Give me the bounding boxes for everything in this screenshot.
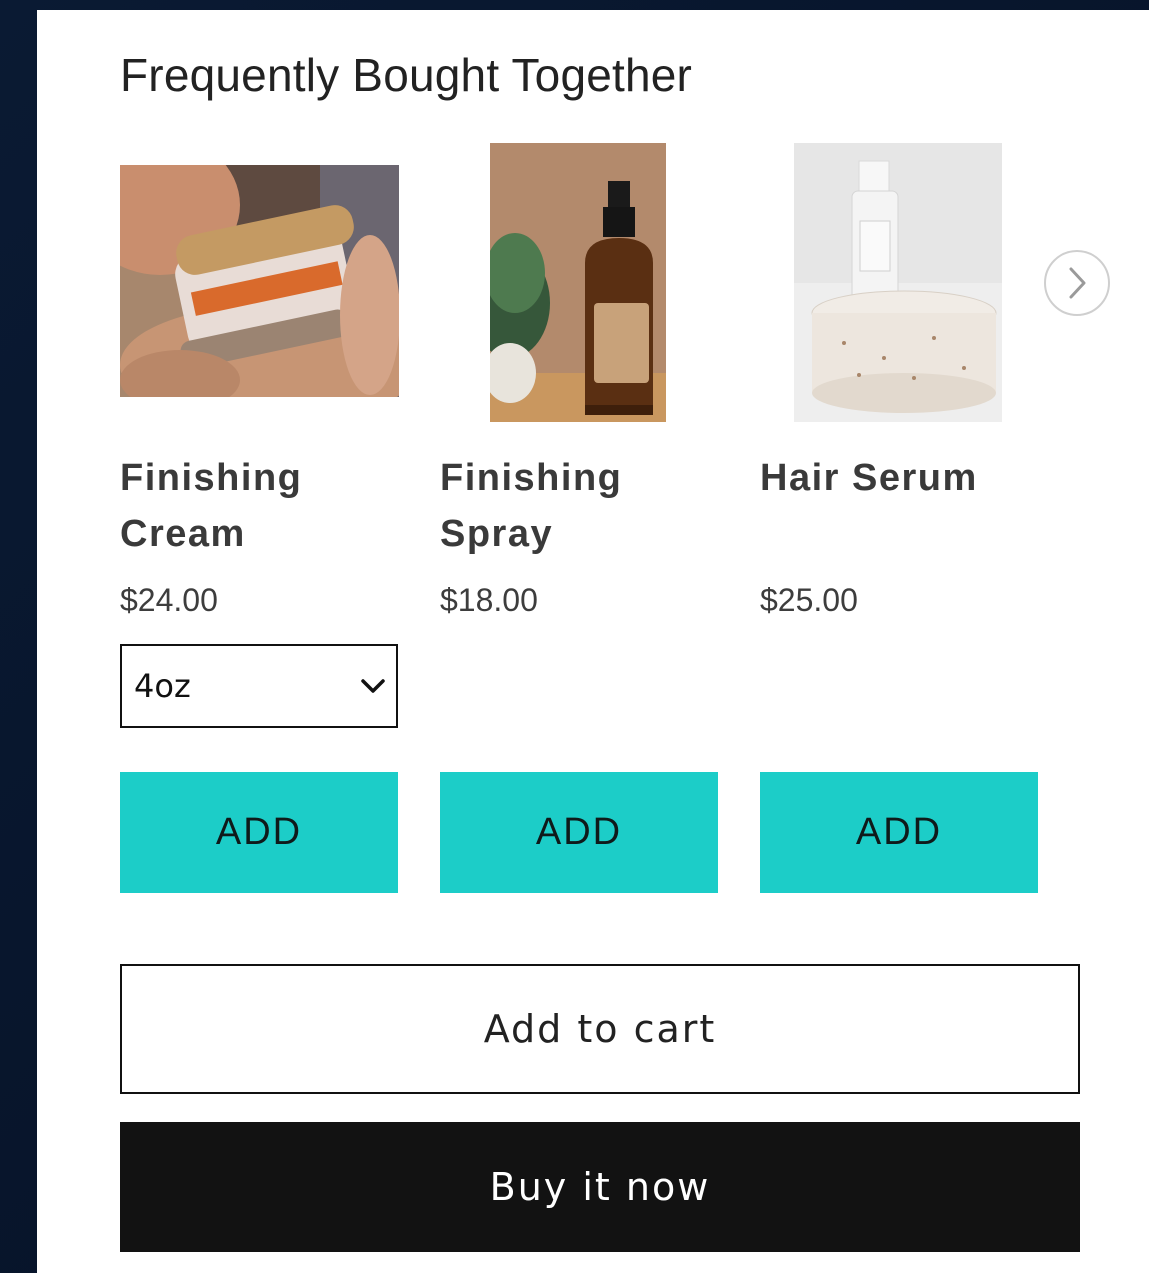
product-image-hair-serum[interactable] xyxy=(794,143,1002,422)
chevron-down-icon xyxy=(361,679,385,693)
product-name-hair-serum[interactable]: Hair Serum xyxy=(760,450,1030,506)
product-image-finishing-cream[interactable] xyxy=(120,165,399,397)
product-name-line: Cream xyxy=(120,513,246,555)
product-price: $25.00 xyxy=(760,582,858,618)
product-name-finishing-spray[interactable]: Finishing Spray xyxy=(440,450,710,562)
section-title: Frequently Bought Together xyxy=(120,49,693,101)
product-name-line: Finishing xyxy=(120,457,303,499)
carousel-next-button[interactable] xyxy=(1044,250,1110,316)
product-price: $18.00 xyxy=(440,582,538,618)
add-hair-serum-button[interactable]: ADD xyxy=(760,772,1038,893)
product-name-line: Hair Serum xyxy=(760,457,978,499)
product-name-finishing-cream[interactable]: Finishing Cream xyxy=(120,450,390,562)
size-select-value: 4oz xyxy=(134,667,191,705)
product-image-finishing-spray[interactable] xyxy=(490,143,666,422)
chevron-right-icon xyxy=(1069,267,1086,299)
size-select[interactable]: 4oz xyxy=(120,644,398,728)
frequently-bought-together-panel: Frequently Bought Together Finishing Cre… xyxy=(37,10,1149,1273)
add-finishing-spray-button[interactable]: ADD xyxy=(440,772,718,893)
add-to-cart-button[interactable]: Add to cart xyxy=(120,964,1080,1094)
add-finishing-cream-button[interactable]: ADD xyxy=(120,772,398,893)
product-name-line: Finishing xyxy=(440,457,623,499)
buy-it-now-button[interactable]: Buy it now xyxy=(120,1122,1080,1252)
product-name-line: Spray xyxy=(440,513,554,555)
product-price: $24.00 xyxy=(120,582,218,618)
